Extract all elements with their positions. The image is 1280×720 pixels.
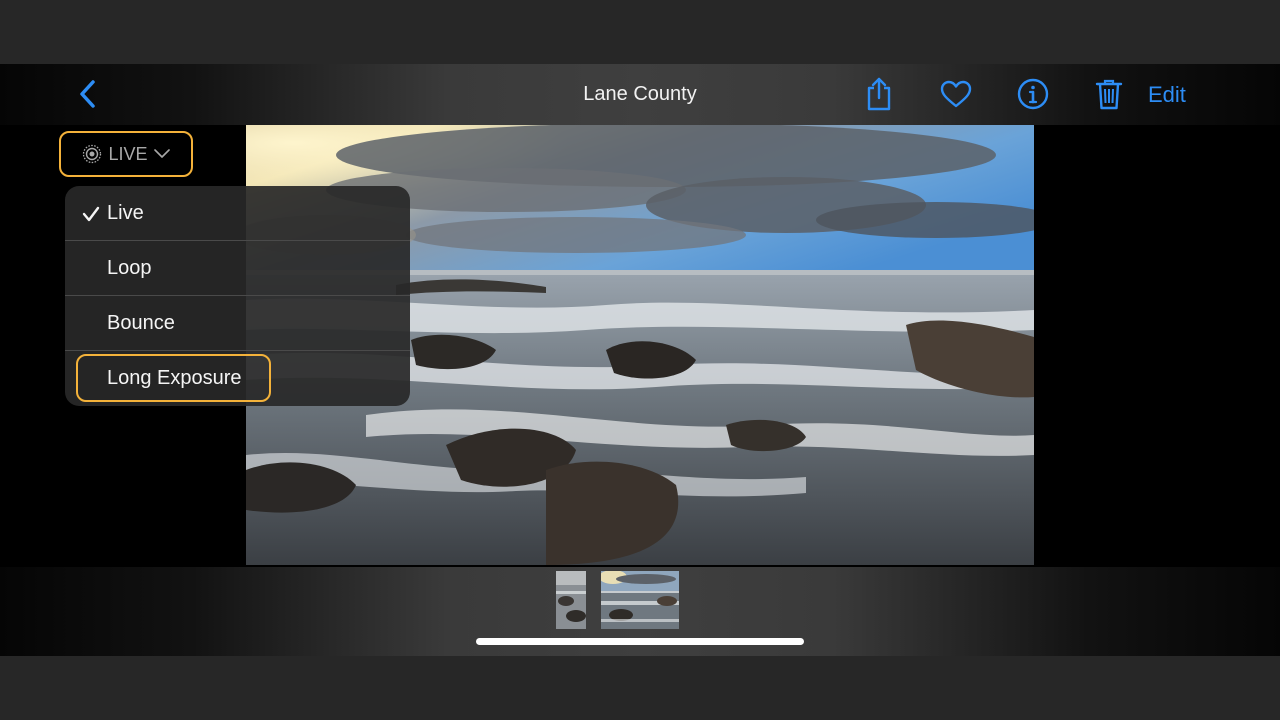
thumbnail-1[interactable] bbox=[556, 571, 586, 629]
menu-item-loop[interactable]: Loop bbox=[65, 241, 410, 296]
edit-button[interactable]: Edit bbox=[1148, 64, 1186, 125]
back-button[interactable] bbox=[72, 79, 102, 109]
menu-item-label: Loop bbox=[107, 257, 152, 279]
page-title: Lane County bbox=[583, 83, 697, 105]
live-badge-label: LIVE bbox=[108, 143, 148, 164]
checkmark-icon bbox=[81, 186, 101, 241]
chevron-down-icon bbox=[153, 149, 170, 158]
trash-icon bbox=[1095, 79, 1123, 110]
menu-item-bounce[interactable]: Bounce bbox=[65, 296, 410, 351]
thumbnail-strip bbox=[0, 567, 1280, 656]
menu-item-live[interactable]: Live bbox=[65, 186, 410, 241]
home-indicator[interactable] bbox=[476, 638, 804, 645]
top-nav-bar: Lane County Edit bbox=[0, 64, 1280, 125]
menu-item-label: Live bbox=[107, 202, 144, 224]
delete-button[interactable] bbox=[1091, 76, 1127, 112]
thumbnail-2[interactable] bbox=[601, 571, 679, 629]
menu-item-label: Long Exposure bbox=[107, 367, 242, 389]
live-effect-menu: Live Loop Bounce Long Exposure bbox=[65, 186, 410, 406]
share-icon bbox=[867, 77, 891, 111]
info-icon bbox=[1017, 78, 1049, 110]
share-button[interactable] bbox=[861, 76, 897, 112]
live-photo-icon bbox=[83, 144, 102, 164]
chevron-left-icon bbox=[80, 80, 95, 108]
menu-item-long-exposure[interactable]: Long Exposure bbox=[65, 351, 410, 406]
heart-icon bbox=[940, 80, 972, 108]
favorite-button[interactable] bbox=[938, 76, 974, 112]
menu-item-label: Bounce bbox=[107, 312, 175, 334]
photo-viewer-screen: Lane County Edit LIVE Live Loop Bounce L… bbox=[0, 64, 1280, 656]
live-photo-toggle[interactable]: LIVE bbox=[59, 131, 193, 177]
info-button[interactable] bbox=[1015, 76, 1051, 112]
